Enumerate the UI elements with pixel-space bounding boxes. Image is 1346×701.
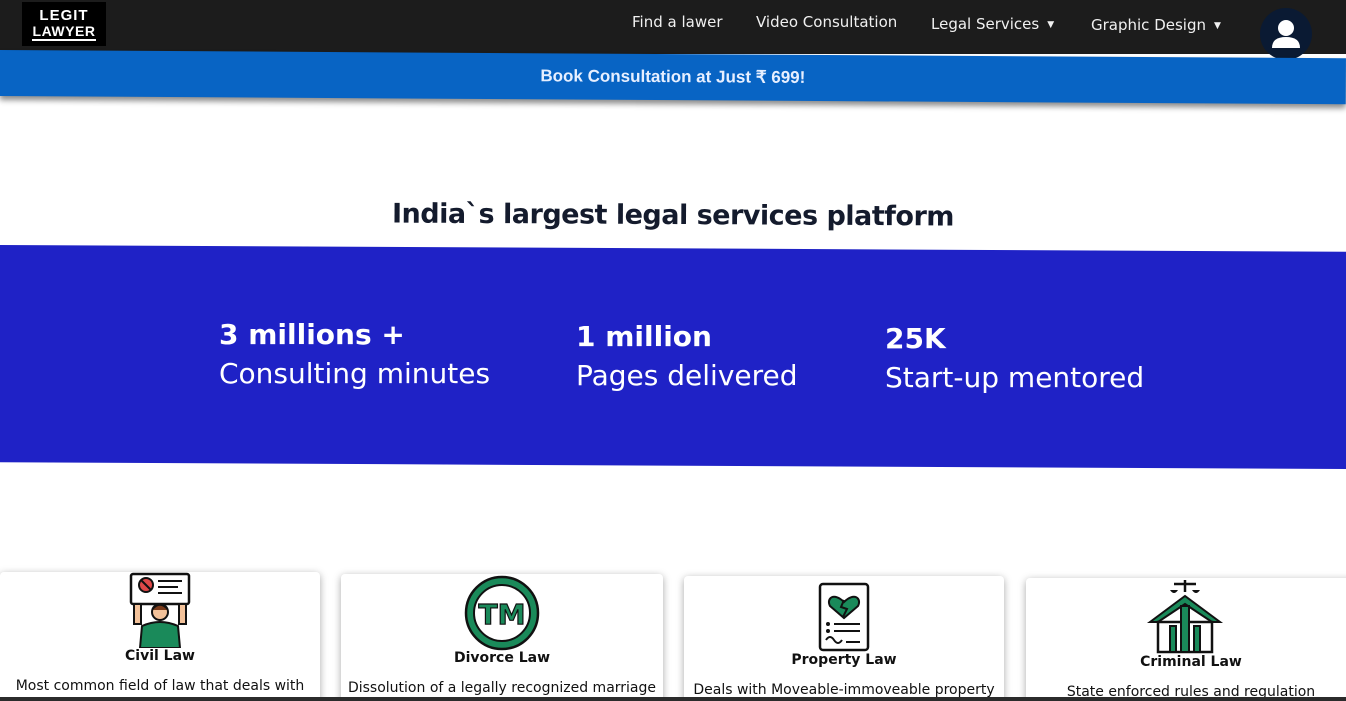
card-title: Criminal Law: [1140, 654, 1242, 670]
nav-graphic-design[interactable]: Graphic Design ▼: [1091, 16, 1221, 34]
nav-legal-services[interactable]: Legal Services ▼: [931, 15, 1054, 33]
stat-label: Start-up mentored: [885, 361, 1145, 394]
logo-line1: LEGIT: [39, 7, 89, 24]
trademark-icon: TM: [464, 575, 540, 651]
nav-item-label: Graphic Design: [1091, 16, 1206, 34]
stats-band: 3 millions + Consulting minutes 1 millio…: [0, 245, 1346, 469]
site-logo[interactable]: LEGIT LAWYER: [22, 2, 106, 46]
courthouse-scales-icon: [1146, 580, 1224, 654]
card-title: Property Law: [791, 652, 897, 668]
nav-item-label: Find a lawer: [632, 13, 723, 31]
nav-find-a-lawyer[interactable]: Find a lawer: [632, 13, 722, 31]
user-icon: [1272, 20, 1300, 48]
promo-banner[interactable]: Book Consultation at Just ₹ 699!: [0, 50, 1346, 105]
bottom-divider: [0, 697, 1346, 701]
broken-heart-document-icon: [818, 582, 870, 652]
card-description: Most common field of law that deals with: [15, 678, 305, 694]
card-civil-law[interactable]: Civil Law Most common field of law that …: [0, 572, 320, 701]
nav-item-label: Legal Services: [931, 15, 1040, 33]
caret-down-icon: ▼: [1047, 20, 1055, 30]
card-description: Dissolution of a legally recognized marr…: [347, 680, 657, 696]
card-title: Civil Law: [125, 648, 195, 664]
stat-value: 3 millions +: [219, 318, 405, 351]
stat-startups-mentored: 25K Start-up mentored: [885, 322, 1144, 394]
card-title: Divorce Law: [453, 650, 551, 666]
logo-line2: LAWYER: [32, 23, 96, 41]
caret-down-icon: ▼: [1213, 21, 1221, 31]
stat-value: 25K: [885, 322, 946, 355]
user-avatar-button[interactable]: [1260, 8, 1312, 60]
page-headline: India`s largest legal services platform: [391, 198, 955, 233]
promo-text: Book Consultation at Just ₹ 699!: [540, 66, 806, 87]
stat-consulting-minutes: 3 millions + Consulting minutes: [219, 318, 490, 390]
top-navbar: LEGIT LAWYER Find a lawer Video Consulta…: [0, 0, 1346, 60]
protest-sign-icon: [129, 572, 191, 648]
card-property-law[interactable]: Property Law Deals with Moveable-immovea…: [684, 576, 1004, 701]
stat-label: Pages delivered: [576, 359, 798, 392]
stat-value: 1 million: [576, 320, 712, 353]
card-criminal-law[interactable]: Criminal Law State enforced rules and re…: [1026, 578, 1346, 701]
card-description: Deals with Moveable-immoveable property: [693, 682, 995, 698]
svg-text:TM: TM: [479, 598, 526, 631]
stat-label: Consulting minutes: [219, 357, 491, 390]
card-divorce-law[interactable]: TM Divorce Law Dissolution of a legally …: [341, 574, 663, 701]
nav-video-consultation[interactable]: Video Consultation: [756, 13, 897, 31]
nav-item-label: Video Consultation: [756, 13, 898, 31]
stat-pages-delivered: 1 million Pages delivered: [576, 320, 798, 392]
